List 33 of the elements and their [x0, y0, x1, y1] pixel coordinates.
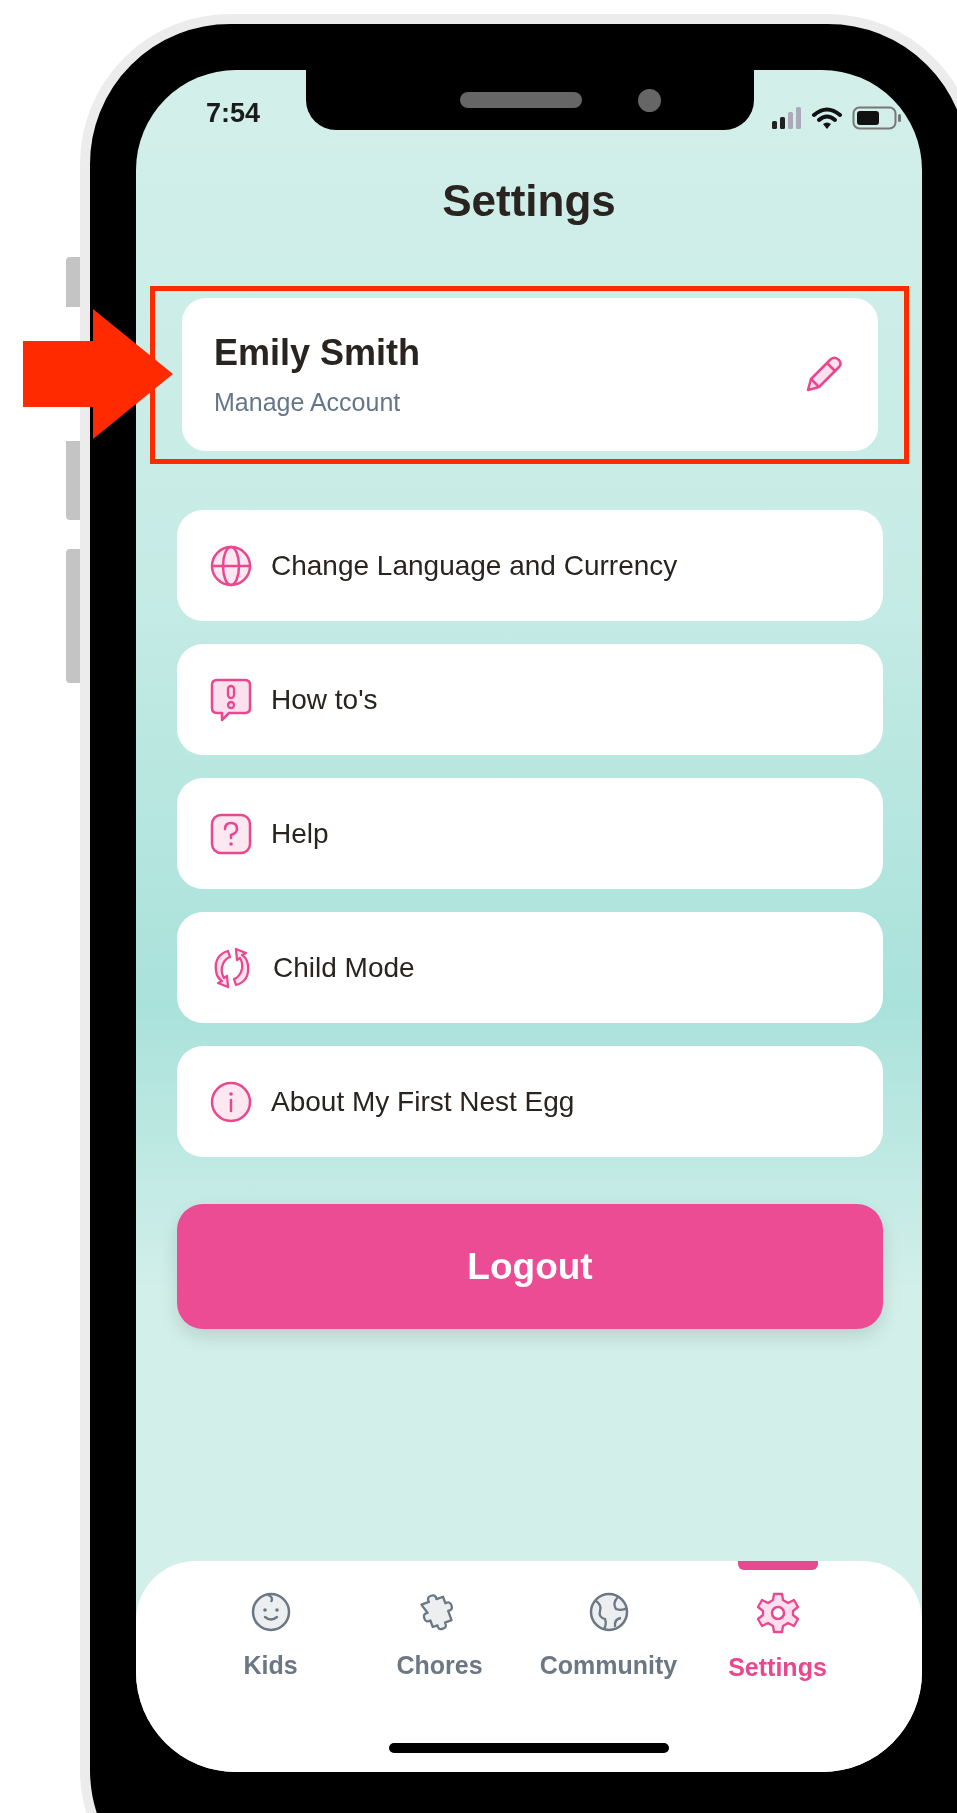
page-title: Settings: [441, 175, 617, 227]
globe-icon: [209, 543, 253, 588]
battery-icon: [852, 106, 902, 130]
baby-face-icon: [249, 1591, 292, 1633]
gear-icon: [755, 1591, 800, 1635]
manage-account-link[interactable]: Manage Account: [214, 388, 421, 417]
question-icon: [209, 811, 253, 856]
tab[interactable]: Chores: [355, 1561, 524, 1743]
info-icon: [209, 1079, 253, 1124]
settings-menu-item[interactable]: Help: [177, 778, 883, 889]
tab[interactable]: Settings: [693, 1561, 862, 1743]
earth-globe-icon: [587, 1591, 630, 1633]
speech-bubble-icon: [209, 676, 253, 723]
settings-menu-item[interactable]: Change Language and Currency: [177, 510, 883, 621]
settings-menu-item[interactable]: About My First Nest Egg: [177, 1046, 883, 1157]
tab-label: Chores: [396, 1651, 483, 1680]
settings-menu-item[interactable]: Child Mode: [177, 912, 883, 1023]
profile-card[interactable]: Emily Smith Manage Account: [182, 298, 878, 451]
settings-menu-item[interactable]: How to's: [177, 644, 883, 755]
tab-label: Settings: [728, 1653, 827, 1682]
tab[interactable]: Kids: [186, 1561, 355, 1743]
tab-label: Kids: [243, 1651, 298, 1680]
signal-icon: [772, 107, 802, 129]
menu-item-label: Child Mode: [273, 951, 415, 984]
account-name: Emily Smith: [214, 332, 421, 374]
menu-item-label: About My First Nest Egg: [271, 1085, 575, 1118]
tab[interactable]: Community: [524, 1561, 693, 1743]
menu-item-label: Help: [271, 817, 329, 850]
status-time: 7:54: [205, 98, 262, 129]
wifi-icon: [812, 106, 842, 130]
menu-item-label: How to's: [271, 683, 378, 716]
menu-item-label: Change Language and Currency: [271, 549, 678, 582]
tab-label: Community: [539, 1651, 678, 1680]
